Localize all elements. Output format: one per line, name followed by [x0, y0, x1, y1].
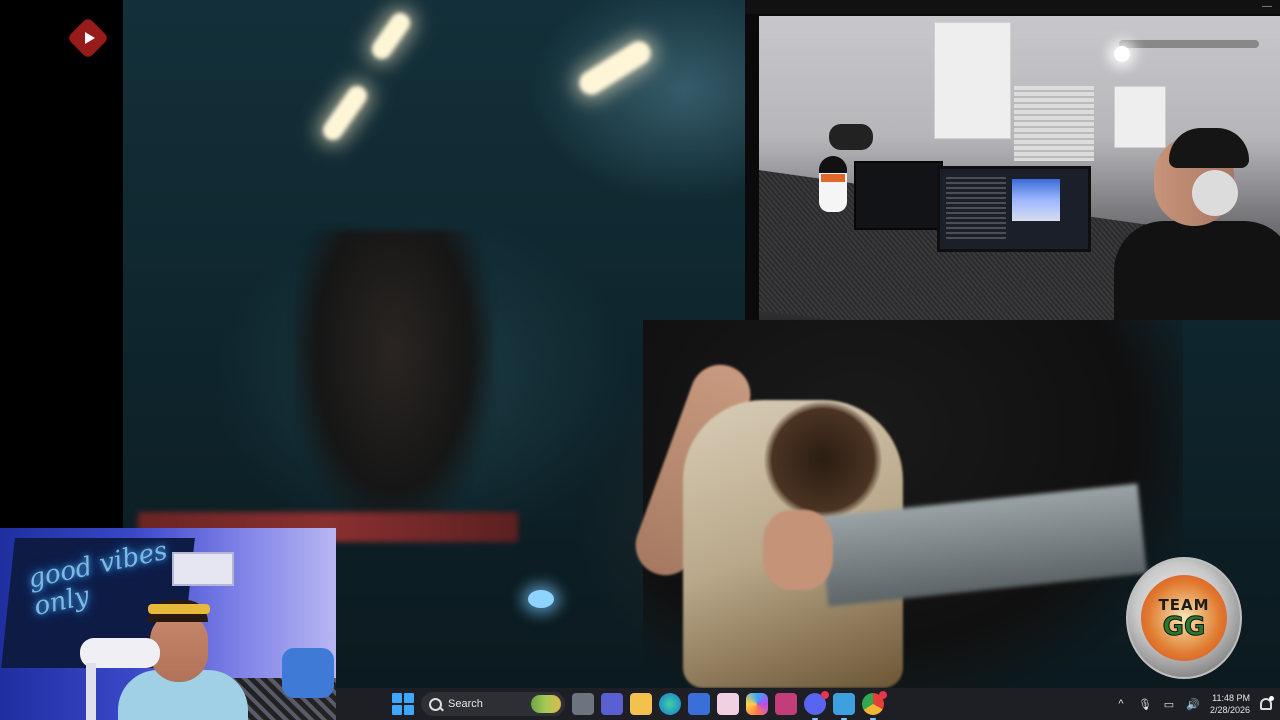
search-highlight-art	[531, 695, 561, 713]
start-icon[interactable]	[392, 693, 414, 715]
task-view-icon[interactable]	[572, 693, 594, 715]
host-webcam: good vibes only	[0, 528, 336, 720]
strumming-hand	[763, 510, 833, 590]
microphone-arm	[86, 663, 96, 720]
microphone-icon[interactable]: 🎙	[1138, 697, 1152, 711]
youtube-play-icon	[66, 16, 110, 60]
edge-icon[interactable]	[659, 693, 681, 715]
secondary-monitor	[854, 161, 943, 230]
puzzle-app-icon[interactable]	[775, 693, 797, 715]
store-icon[interactable]	[688, 693, 710, 715]
taskbar-search[interactable]: Search	[421, 692, 565, 716]
kitchen-cabinet	[934, 22, 1011, 139]
sunglasses	[148, 604, 210, 614]
notification-badge	[879, 691, 887, 699]
chevron-up-icon[interactable]: ^	[1114, 697, 1128, 711]
volume-icon[interactable]: 🔊	[1186, 697, 1200, 711]
notification-badge	[821, 691, 829, 699]
pink-app-icon[interactable]	[717, 693, 739, 715]
notepad-icon[interactable]	[833, 693, 855, 720]
stage-light	[367, 8, 415, 64]
team-gg-badge: TEAM GG	[1126, 557, 1242, 679]
webcam-title-bar: —	[745, 0, 1280, 14]
notification-bell-icon[interactable]	[1260, 696, 1274, 710]
guest-webcam: —	[745, 0, 1280, 320]
guest-streamer	[1114, 126, 1280, 320]
webcam-device	[829, 124, 873, 150]
chrome-icon[interactable]	[862, 691, 887, 720]
pillow	[282, 648, 334, 698]
keyboard-player	[293, 230, 493, 530]
guest-room-scene	[759, 16, 1280, 320]
window-shutter	[1014, 86, 1094, 161]
taskbar-apps: Search	[392, 688, 887, 720]
clock-time: 11:48 PM	[1212, 693, 1250, 703]
file-explorer-icon[interactable]	[630, 693, 652, 715]
clock-date: 2/28/2026	[1209, 705, 1250, 715]
stream-canvas: — good vibes only TEAM GG Search ^ 🎙 ▭ 🔊…	[0, 0, 1280, 720]
guitar-soundhole	[763, 400, 883, 520]
system-tray: ^ 🎙 ▭ 🔊 11:48 PM 2/28/2026	[1114, 688, 1274, 720]
primary-monitor	[937, 166, 1091, 252]
headset	[1192, 170, 1238, 216]
teams-icon[interactable]	[601, 693, 623, 715]
minimize-icon[interactable]: —	[1262, 1, 1272, 12]
stage-light	[319, 81, 371, 145]
system-clock[interactable]: 11:48 PM 2/28/2026	[1210, 692, 1250, 716]
search-icon	[429, 697, 442, 711]
blue-stage-light	[528, 590, 554, 608]
ceiling-light	[1114, 46, 1130, 62]
badge-gg-text: GG	[1162, 612, 1206, 642]
copilot-icon[interactable]	[746, 693, 768, 715]
stage-light	[574, 36, 656, 100]
ceiling-fan	[1119, 40, 1259, 48]
discord-icon[interactable]	[804, 691, 829, 720]
network-icon[interactable]: ▭	[1162, 697, 1176, 711]
windows-taskbar: Search ^ 🎙 ▭ 🔊 11:48 PM 2/28/2026	[336, 688, 1280, 720]
penguin-figurine	[819, 156, 847, 212]
air-conditioner	[172, 552, 234, 586]
search-label: Search	[448, 698, 483, 710]
